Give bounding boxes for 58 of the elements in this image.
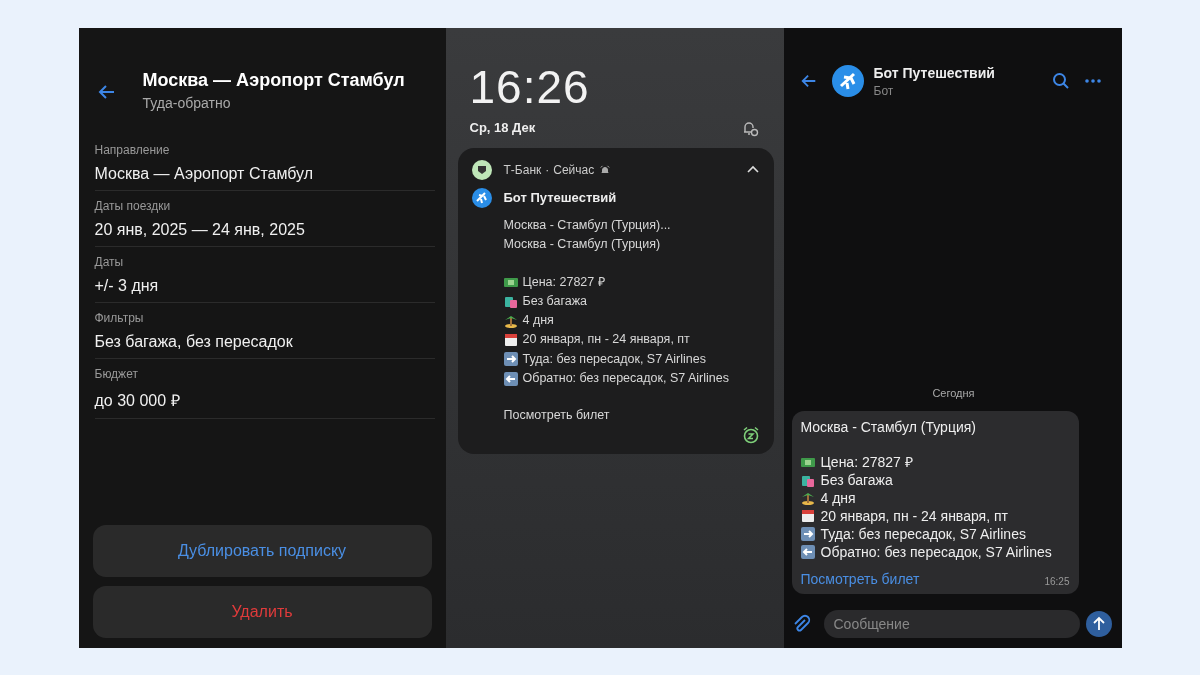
- field-value[interactable]: Без багажа, без пересадок: [94, 332, 435, 351]
- message-time: 16:25: [1044, 575, 1070, 587]
- shield-app-icon: [471, 159, 492, 180]
- detail-text: 4 дня: [522, 312, 554, 330]
- action-button[interactable]: Дублировать подписку: [92, 524, 432, 577]
- view-ticket-action[interactable]: Посмотреть билет: [503, 406, 760, 426]
- field-label: Фильтры: [94, 310, 145, 325]
- field-value[interactable]: +/- 3 дня: [94, 276, 435, 295]
- shopping-bag-icon: [503, 294, 518, 309]
- notification-headline: Москва - Стамбул (Турция): [503, 236, 662, 253]
- chat-status: Бот: [873, 83, 895, 98]
- left-arrow-icon: [800, 544, 815, 559]
- palm-island-icon: [800, 490, 815, 505]
- clock-date: Ср, 18 Дек: [469, 120, 536, 135]
- field-value[interactable]: до 30 000 ₽: [94, 388, 435, 411]
- detail-text: Цена: 27827 ₽: [522, 273, 605, 291]
- detail-text: 20 января, пн - 24 января, пт: [522, 331, 690, 349]
- right-arrow-icon: [503, 352, 518, 367]
- detail-text: Туда: без пересадок, S7 Airlines: [820, 524, 1026, 543]
- field-label: Даты поездки: [94, 198, 172, 213]
- app-name: Т-Банк: [503, 162, 542, 177]
- field-label: Бюджет: [94, 366, 139, 381]
- search-icon[interactable]: [1051, 72, 1070, 90]
- field-value[interactable]: 20 янв, 2025 — 24 янв, 2025: [94, 220, 435, 239]
- back-arrow-icon[interactable]: [799, 72, 818, 90]
- detail-text: 4 дня: [820, 488, 856, 507]
- message-headline: Москва - Стамбул (Турция): [800, 418, 977, 435]
- page-title: Москва — Аэропорт Стамбул: [142, 69, 405, 91]
- calendar-icon: [503, 333, 518, 348]
- detail-text: 20 января, пн - 24 января, пт: [820, 506, 1008, 525]
- calendar-icon: [800, 508, 815, 523]
- notification-preview: Москва - Стамбул (Турция)...: [503, 216, 672, 234]
- detail-text: Туда: без пересадок, S7 Airlines: [522, 350, 706, 368]
- detail-text: Обратно: без пересадок, S7 Airlines: [820, 542, 1052, 561]
- chat-name: Бот Путешествий: [873, 64, 996, 81]
- field-label: Даты: [94, 254, 125, 269]
- field-value[interactable]: Москва — Аэропорт Стамбул: [94, 164, 435, 183]
- snooze-alarm-icon[interactable]: [741, 425, 760, 444]
- notification-card[interactable]: [457, 147, 774, 454]
- field-label: Направление: [94, 142, 171, 157]
- detail-text: Без багажа: [820, 470, 893, 489]
- detail-text: Обратно: без пересадок, S7 Airlines: [522, 370, 729, 387]
- view-ticket-link[interactable]: Посмотреть билет: [800, 570, 920, 587]
- left-arrow-icon: [503, 371, 518, 386]
- alarm-bell-icon: [600, 164, 611, 175]
- notification-time: Сейчас: [553, 162, 595, 177]
- banknote-icon: [503, 275, 518, 290]
- send-button-icon[interactable]: [1085, 610, 1112, 637]
- notification-sender: Бот Путешествий: [503, 190, 617, 205]
- clock-time: 16:26: [469, 59, 591, 114]
- date-separator: Сегодня: [932, 386, 975, 399]
- palm-island-icon: [503, 313, 518, 328]
- separator-dot: ·: [545, 162, 550, 177]
- right-arrow-icon: [800, 526, 815, 541]
- message-input[interactable]: Сообщение: [823, 609, 1080, 638]
- detail-text: Без багажа: [522, 292, 587, 310]
- page-subtitle: Туда-обратно: [142, 94, 232, 111]
- detail-text: Цена: 27827 ₽: [820, 452, 913, 471]
